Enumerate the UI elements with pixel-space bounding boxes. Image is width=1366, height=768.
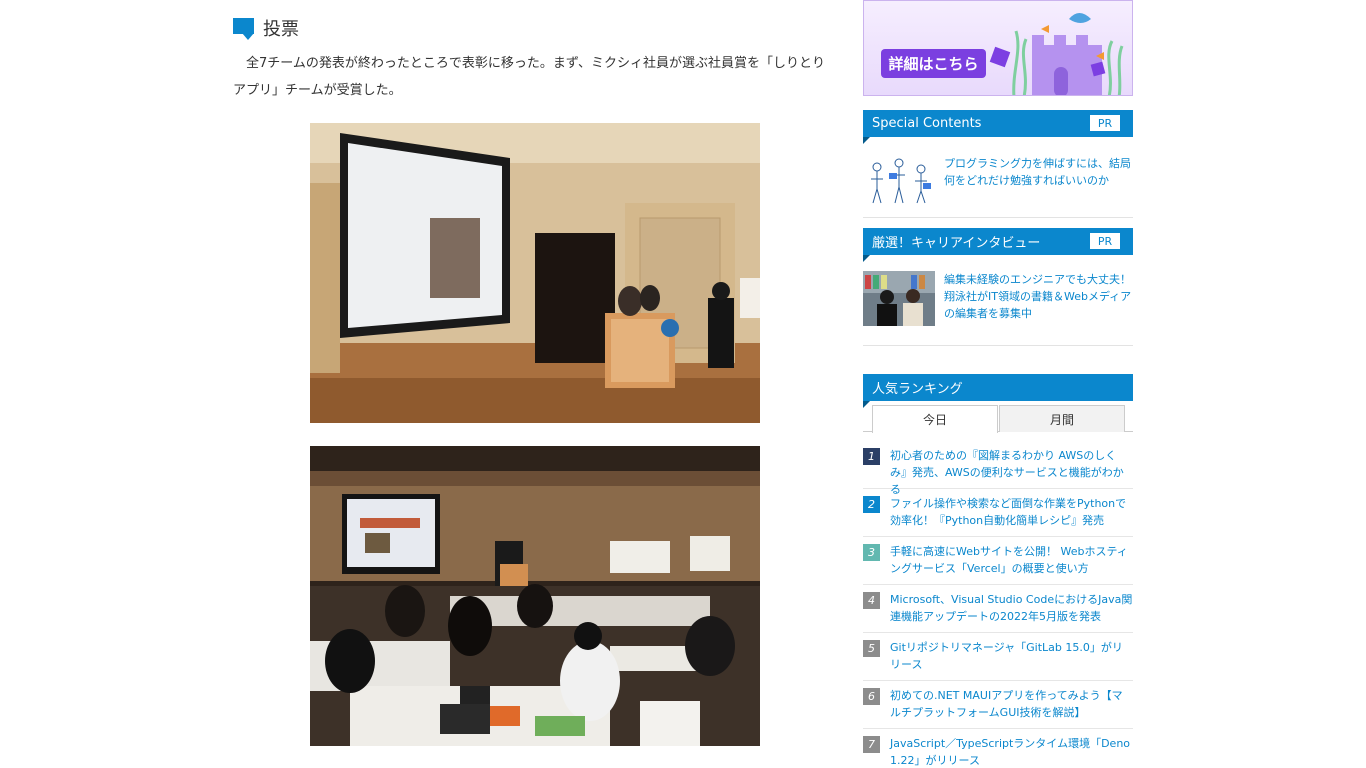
tab-monthly[interactable]: 月間 xyxy=(999,405,1125,432)
ranking-title: 人気ランキング xyxy=(872,382,963,397)
event-photo-audience xyxy=(310,446,760,746)
rank-number: 3 xyxy=(863,544,880,561)
interview-photo-thumbnail xyxy=(863,271,935,326)
ranking-link[interactable]: 手軽に高速にWebサイトを公開！ Webホスティングサービス「Vercel」の概… xyxy=(890,543,1133,584)
section-heading: 投票 xyxy=(233,16,299,40)
career-interview-title: 厳選！キャリアインタビュー xyxy=(872,236,1041,251)
ranking-link[interactable]: Gitリポジトリマネージャ「GitLab 15.0」がリリース xyxy=(890,639,1133,680)
rank-number: 2 xyxy=(863,496,880,513)
rank-number: 6 xyxy=(863,688,880,705)
ranking-item[interactable]: 2 ファイル操作や検索など面倒な作業をPythonで効率化！『Python自動化… xyxy=(863,495,1133,537)
rank-number: 4 xyxy=(863,592,880,609)
ranking-item[interactable]: 1 初心者のための『図解まるわかり AWSのしくみ』発売、AWSの便利なサービス… xyxy=(863,447,1133,496)
rank-number: 1 xyxy=(863,448,880,465)
pr-badge: PR xyxy=(1090,233,1120,249)
ranking-item[interactable]: 4 Microsoft、Visual Studio CodeにおけるJava関連… xyxy=(863,591,1133,633)
pr-badge: PR xyxy=(1090,115,1120,131)
article-paragraph: 全7チームの発表が終わったところで表彰に移った。まず、ミクシィ社員が選ぶ社員賞を… xyxy=(233,56,825,98)
career-interview-item[interactable]: 編集未経験のエンジニアでも大丈夫！翔泳社がIT領域の書籍＆Webメディアの編集者… xyxy=(863,271,1133,346)
ranking-link[interactable]: 初めての.NET MAUIアプリを作ってみよう【マルチプラットフォームGUI技術… xyxy=(890,687,1133,728)
ad-details-button[interactable]: 詳細はこちら xyxy=(881,49,986,78)
special-contents-title: Special Contents xyxy=(872,116,982,131)
career-interview-header: 厳選！キャリアインタビュー PR xyxy=(863,228,1133,262)
special-contents-header: Special Contents PR xyxy=(863,110,1133,144)
presentation-photo-illustration xyxy=(310,123,760,423)
tab-today[interactable]: 今日 xyxy=(872,405,998,433)
ranking-link[interactable]: ファイル操作や検索など面倒な作業をPythonで効率化！『Python自動化簡単… xyxy=(890,495,1133,536)
section-heading-text: 投票 xyxy=(263,19,299,40)
audience-photo-illustration xyxy=(310,446,760,746)
rank-number: 5 xyxy=(863,640,880,657)
ranking-tabs: 今日 月間 xyxy=(863,404,1133,433)
career-interview-link[interactable]: 編集未経験のエンジニアでも大丈夫！翔泳社がIT領域の書籍＆Webメディアの編集者… xyxy=(944,271,1133,345)
special-contents-item[interactable]: プログラミング力を伸ばすには、結局何をどれだけ勉強すればいいのか xyxy=(863,155,1133,218)
ad-banner[interactable]: 詳細はこちら xyxy=(863,0,1133,96)
rank-number: 7 xyxy=(863,736,880,753)
event-photo-presentation xyxy=(310,123,760,423)
ranking-link[interactable]: JavaScript／TypeScriptランタイム環境「Deno 1.22」が… xyxy=(890,735,1133,768)
people-illustration-thumbnail xyxy=(863,155,935,210)
ranking-item[interactable]: 5 Gitリポジトリマネージャ「GitLab 15.0」がリリース xyxy=(863,639,1133,681)
ranking-item[interactable]: 7 JavaScript／TypeScriptランタイム環境「Deno 1.22… xyxy=(863,735,1133,768)
special-contents-link[interactable]: プログラミング力を伸ばすには、結局何をどれだけ勉強すればいいのか xyxy=(944,155,1133,217)
ranking-link[interactable]: 初心者のための『図解まるわかり AWSのしくみ』発売、AWSの便利なサービスと機… xyxy=(890,447,1133,496)
speech-bubble-icon xyxy=(233,17,254,40)
ranking-item[interactable]: 6 初めての.NET MAUIアプリを作ってみよう【マルチプラットフォームGUI… xyxy=(863,687,1133,729)
ranking-link[interactable]: Microsoft、Visual Studio CodeにおけるJava関連機能… xyxy=(890,591,1133,632)
ranking-header: 人気ランキング xyxy=(863,374,1133,408)
ranking-item[interactable]: 3 手軽に高速にWebサイトを公開！ Webホスティングサービス「Vercel」… xyxy=(863,543,1133,585)
